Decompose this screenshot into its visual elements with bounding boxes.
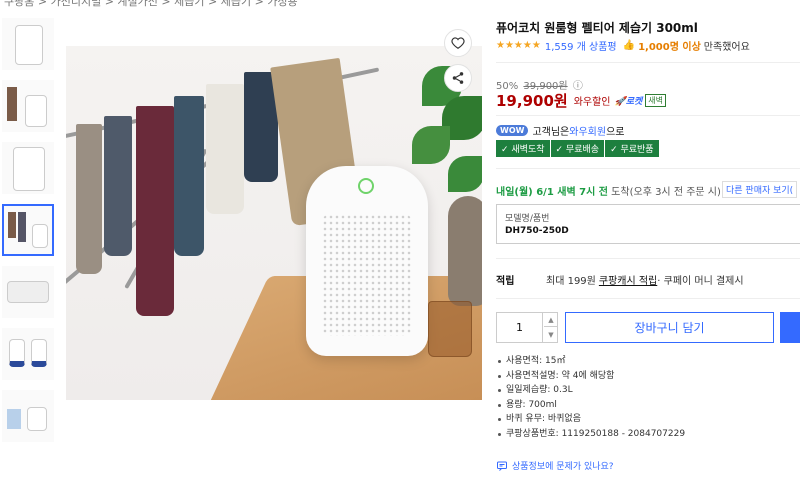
benefit-tag: ✓ 새벽도착 — [496, 140, 550, 157]
divider — [496, 115, 800, 116]
thumbs-up-icon: 👍 — [622, 40, 636, 51]
spec-list: 사용면적: 15㎡ 사용면적설명: 약 4에 해당함 일일제습량: 0.3L 용… — [496, 354, 685, 441]
report-issue-link[interactable]: 상품정보에 문제가 있나요? — [496, 459, 614, 472]
wow-text-after: 으로 — [606, 127, 625, 138]
review-count-link[interactable]: 1,559 개 상품평 — [545, 38, 617, 53]
option-value: DH750-250D — [505, 226, 569, 236]
delivery-row: 내일(월) 6/1 새벽 7시 전 도착(오후 3시 전 주문 시) — [496, 183, 721, 198]
breadcrumb-item[interactable]: 제습기 — [174, 0, 204, 8]
thumbnail-1[interactable] — [2, 18, 54, 70]
divider — [496, 168, 800, 169]
benefit-tags: ✓ 새벽도착 ✓ 무료배송 ✓ 무료반품 — [496, 140, 660, 157]
buy-now-button[interactable] — [780, 312, 800, 343]
wow-member-row: WOW 고객님은 와우회원 으로 — [496, 123, 624, 138]
price-row: 19,900원 와우할인 🚀로켓 새벽 — [496, 90, 667, 111]
heart-icon — [451, 37, 465, 49]
thumbnail-7[interactable] — [2, 390, 54, 442]
dehumidifier-illustration — [306, 166, 428, 356]
breadcrumb-item[interactable]: 가전디지털 — [51, 0, 102, 8]
rewards-text: 최대 199원 — [546, 276, 596, 287]
chat-icon — [497, 461, 507, 471]
sale-price: 19,900원 — [496, 92, 568, 110]
option-label: 모델명/품번 — [505, 214, 550, 224]
thumbnail-2[interactable] — [2, 80, 54, 132]
breadcrumb: 쿠팡홈 > 가전디지털 > 계절가전 > 제습기 > 제습기 > 가정용 — [4, 0, 298, 9]
divider — [496, 298, 800, 299]
add-to-cart-button[interactable]: 장바구니 담기 — [565, 312, 774, 343]
breadcrumb-item[interactable]: 가정용 — [267, 0, 297, 8]
wow-member-link[interactable]: 와우회원 — [569, 123, 606, 138]
spec-item: 일일제습량: 0.3L — [496, 383, 685, 398]
quantity-decrease-icon[interactable]: ▼ — [544, 328, 558, 342]
satisfied-count: 1,000명 이상 — [638, 42, 701, 53]
product-page: 쿠팡홈 > 가전디지털 > 계절가전 > 제습기 > 제습기 > 가정용 퓨어코… — [0, 0, 800, 493]
favorite-button[interactable] — [444, 29, 472, 57]
rewards-suffix: · 쿠페이 머니 결제시 — [657, 276, 744, 287]
breadcrumb-item[interactable]: 제습기 — [221, 0, 251, 8]
spec-item: 사용면적설명: 약 4에 해당함 — [496, 369, 685, 384]
quantity-stepper: 1 ▲ ▼ — [496, 312, 558, 343]
divider — [496, 258, 800, 259]
quantity-increase-icon[interactable]: ▲ — [544, 313, 558, 327]
delivery-date: 내일(월) 6/1 새벽 7시 전 — [496, 187, 608, 198]
wow-discount-label: 와우할인 — [573, 97, 611, 108]
report-issue-text: 상품정보에 문제가 있나요? — [512, 462, 614, 472]
quantity-input[interactable]: 1 — [497, 313, 543, 342]
benefit-tag: ✓ 무료반품 — [605, 140, 659, 157]
rewards-label: 적립 — [496, 276, 515, 287]
wow-text-before: 고객님은 — [532, 127, 570, 138]
other-sellers-button[interactable]: 다른 판매자 보기( — [722, 181, 798, 198]
thumbnail-list — [0, 18, 56, 452]
delivery-arrive: 도착 — [608, 187, 630, 198]
coupang-cash-link[interactable]: 쿠팡캐시 적립 — [599, 272, 657, 287]
spec-item: 사용면적: 15㎡ — [496, 354, 685, 369]
spec-item: 용량: 700ml — [496, 398, 685, 413]
thumbnail-3[interactable] — [2, 142, 54, 194]
thumbnail-5[interactable] — [2, 266, 54, 318]
breadcrumb-item[interactable]: 계절가전 — [117, 0, 157, 8]
share-icon — [452, 72, 464, 84]
thumbnail-4[interactable] — [2, 204, 54, 256]
dawn-delivery-badge: 새벽 — [645, 94, 667, 107]
satisfied-text: 만족했어요 — [703, 42, 750, 53]
delivery-note: (오후 3시 전 주문 시) — [629, 187, 721, 198]
breadcrumb-item[interactable]: 쿠팡홈 — [4, 0, 34, 8]
benefit-tag: ✓ 무료배송 — [550, 140, 605, 157]
product-title: 퓨어코치 원룸형 펠티어 제습기 300ml — [496, 21, 698, 35]
star-rating-icon: ★★★★★ — [496, 40, 541, 51]
main-product-image — [66, 46, 482, 400]
rewards-row: 적립 최대 199원 쿠팡캐시 적립 · 쿠페이 머니 결제시 — [496, 272, 744, 287]
divider — [496, 62, 800, 63]
rocket-delivery-badge: 🚀로켓 — [614, 97, 643, 107]
share-button[interactable] — [444, 64, 472, 92]
spec-item: 쿠팡상품번호: 1119250188 - 2084707229 — [496, 427, 685, 442]
model-option-box[interactable]: 모델명/품번 DH750-250D — [496, 204, 800, 244]
rating-row: ★★★★★ 1,559 개 상품평 👍 1,000명 이상 만족했어요 — [496, 38, 750, 53]
wow-badge: WOW — [496, 125, 529, 136]
spec-item: 바퀴 유무: 바퀴없음 — [496, 412, 685, 427]
thumbnail-6[interactable] — [2, 328, 54, 380]
